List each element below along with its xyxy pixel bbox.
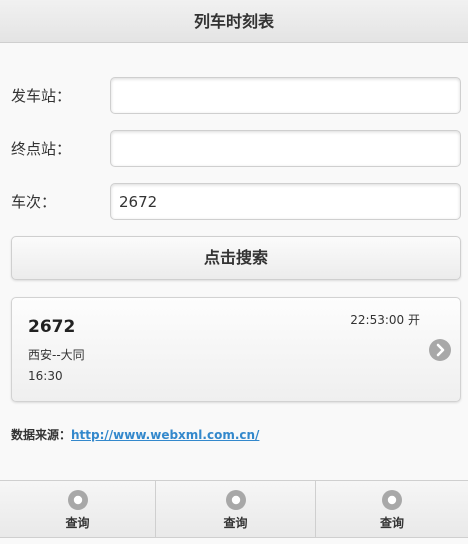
chevron-right-icon[interactable]: [429, 339, 451, 361]
result-train-number: 2672: [28, 317, 76, 337]
data-source: 数据来源：http://www.webxml.com.cn/: [11, 426, 259, 443]
tab-query-1-label: 查询: [65, 516, 90, 530]
search-button[interactable]: 点击搜索: [11, 236, 461, 280]
tab-query-1[interactable]: 查询: [0, 481, 156, 537]
tab-query-2-label: 查询: [223, 516, 248, 530]
circle-icon: [225, 490, 246, 510]
result-route: 西安--大同: [28, 348, 85, 362]
data-source-label: 数据来源：: [11, 428, 72, 442]
from-station-label: 发车站：: [11, 87, 72, 105]
circle-icon: [382, 490, 402, 510]
result-arrive-time: 16:30: [28, 369, 63, 383]
to-station-label: 终点站：: [11, 140, 72, 158]
from-station-input[interactable]: [110, 77, 461, 114]
result-depart-time: 22:53:00 开: [350, 313, 420, 327]
bottom-navbar: 查询 查询 查询: [0, 480, 468, 538]
train-number-row: 车次：: [0, 183, 468, 221]
train-number-input[interactable]: [110, 183, 461, 220]
tab-query-3[interactable]: 查询: [316, 481, 468, 537]
tab-query-2[interactable]: 查询: [156, 481, 316, 537]
from-station-row: 发车站：: [0, 77, 468, 115]
page-title: 列车时刻表: [0, 0, 468, 43]
to-station-row: 终点站：: [0, 130, 468, 168]
result-item[interactable]: 2672 西安--大同 16:30 22:53:00 开: [11, 297, 461, 402]
train-number-label: 车次：: [11, 193, 57, 211]
circle-icon: [67, 490, 88, 510]
data-source-link[interactable]: http://www.webxml.com.cn/: [71, 428, 259, 442]
tab-query-3-label: 查询: [379, 516, 404, 530]
to-station-input[interactable]: [110, 130, 461, 167]
